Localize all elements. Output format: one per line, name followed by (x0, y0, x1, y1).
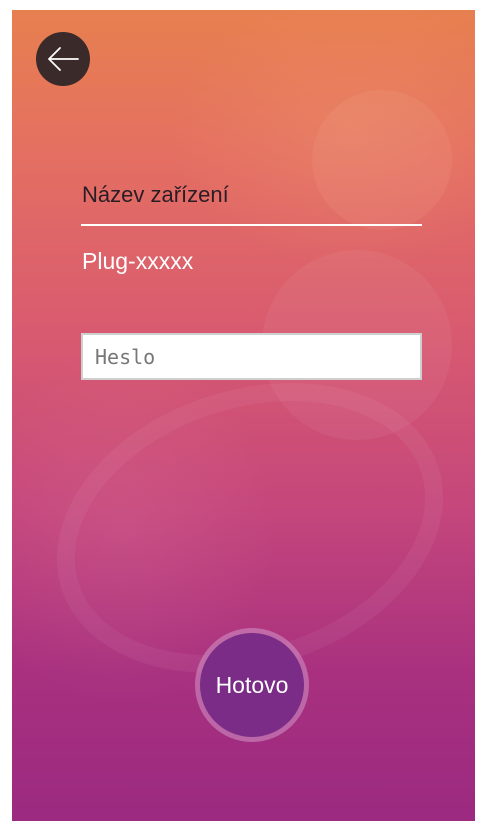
arrow-left-icon (48, 47, 79, 71)
done-button[interactable]: Hotovo (200, 633, 304, 737)
back-button[interactable] (36, 32, 90, 86)
device-setup-screen: Název zařízení Plug-xxxxx Hotovo (12, 10, 475, 821)
divider (81, 224, 422, 226)
background-decoration (312, 90, 452, 230)
device-name-label: Název zařízení (82, 182, 229, 207)
device-name-value: Plug-xxxxx (82, 248, 194, 274)
password-input[interactable] (81, 333, 422, 380)
done-button-ring: Hotovo (195, 628, 309, 742)
